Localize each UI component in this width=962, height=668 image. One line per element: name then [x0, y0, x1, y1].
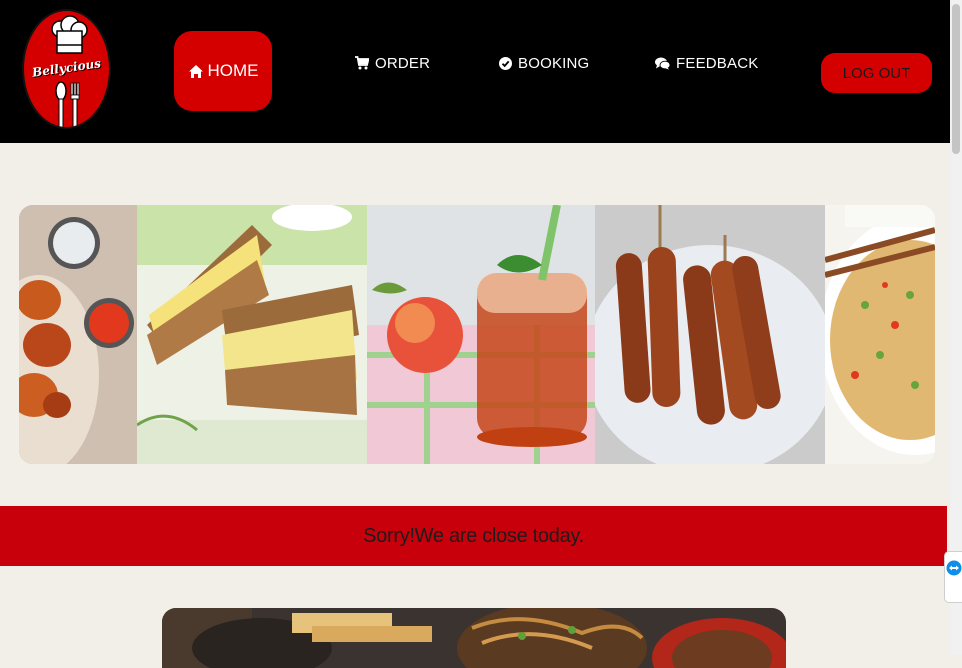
- nav-order-link[interactable]: ORDER: [355, 52, 430, 74]
- closed-notice-text: Sorry!We are close today.: [363, 524, 584, 547]
- food-platter-image: [162, 608, 786, 668]
- slide-fried-wings: [19, 205, 137, 464]
- food-image-slider: [19, 205, 935, 464]
- remote-support-tab[interactable]: [944, 551, 962, 603]
- brand-logo[interactable]: Bellycious: [22, 9, 111, 129]
- cart-icon: [355, 56, 369, 70]
- nav-booking-label: BOOKING: [518, 54, 590, 72]
- navbar: Bellycious HOME ORDER BOOKING FEEDBACK L…: [0, 0, 950, 143]
- fried-wings-image: [19, 205, 137, 464]
- slide-egg-sandwich: [137, 205, 367, 464]
- slide-peach-iced-tea: [367, 205, 595, 464]
- home-icon: [188, 64, 203, 78]
- peach-iced-tea-image: [367, 205, 595, 464]
- check-circle-icon: [499, 56, 512, 70]
- nav-booking-link[interactable]: BOOKING: [499, 52, 589, 74]
- fried-rice-image: [825, 205, 935, 464]
- chat-icon: [655, 57, 670, 69]
- nav-feedback-label: FEEDBACK: [676, 54, 759, 72]
- slide-fried-rice: [825, 205, 935, 464]
- nav-feedback-link[interactable]: FEEDBACK: [655, 52, 758, 74]
- nav-order-label: ORDER: [375, 54, 431, 72]
- scrollbar-thumb[interactable]: [952, 4, 960, 154]
- logout-button[interactable]: LOG OUT: [821, 53, 932, 93]
- nav-home-button[interactable]: HOME: [174, 31, 272, 111]
- food-platter-graphic: [162, 608, 786, 668]
- teamviewer-icon: [946, 560, 962, 576]
- sausage-skewers-image: [595, 205, 825, 464]
- closed-notice-banner: Sorry!We are close today.: [0, 506, 947, 566]
- egg-sandwich-image: [137, 205, 367, 464]
- nav-home-label: HOME: [207, 61, 259, 80]
- slide-sausage-skewers: [595, 205, 825, 464]
